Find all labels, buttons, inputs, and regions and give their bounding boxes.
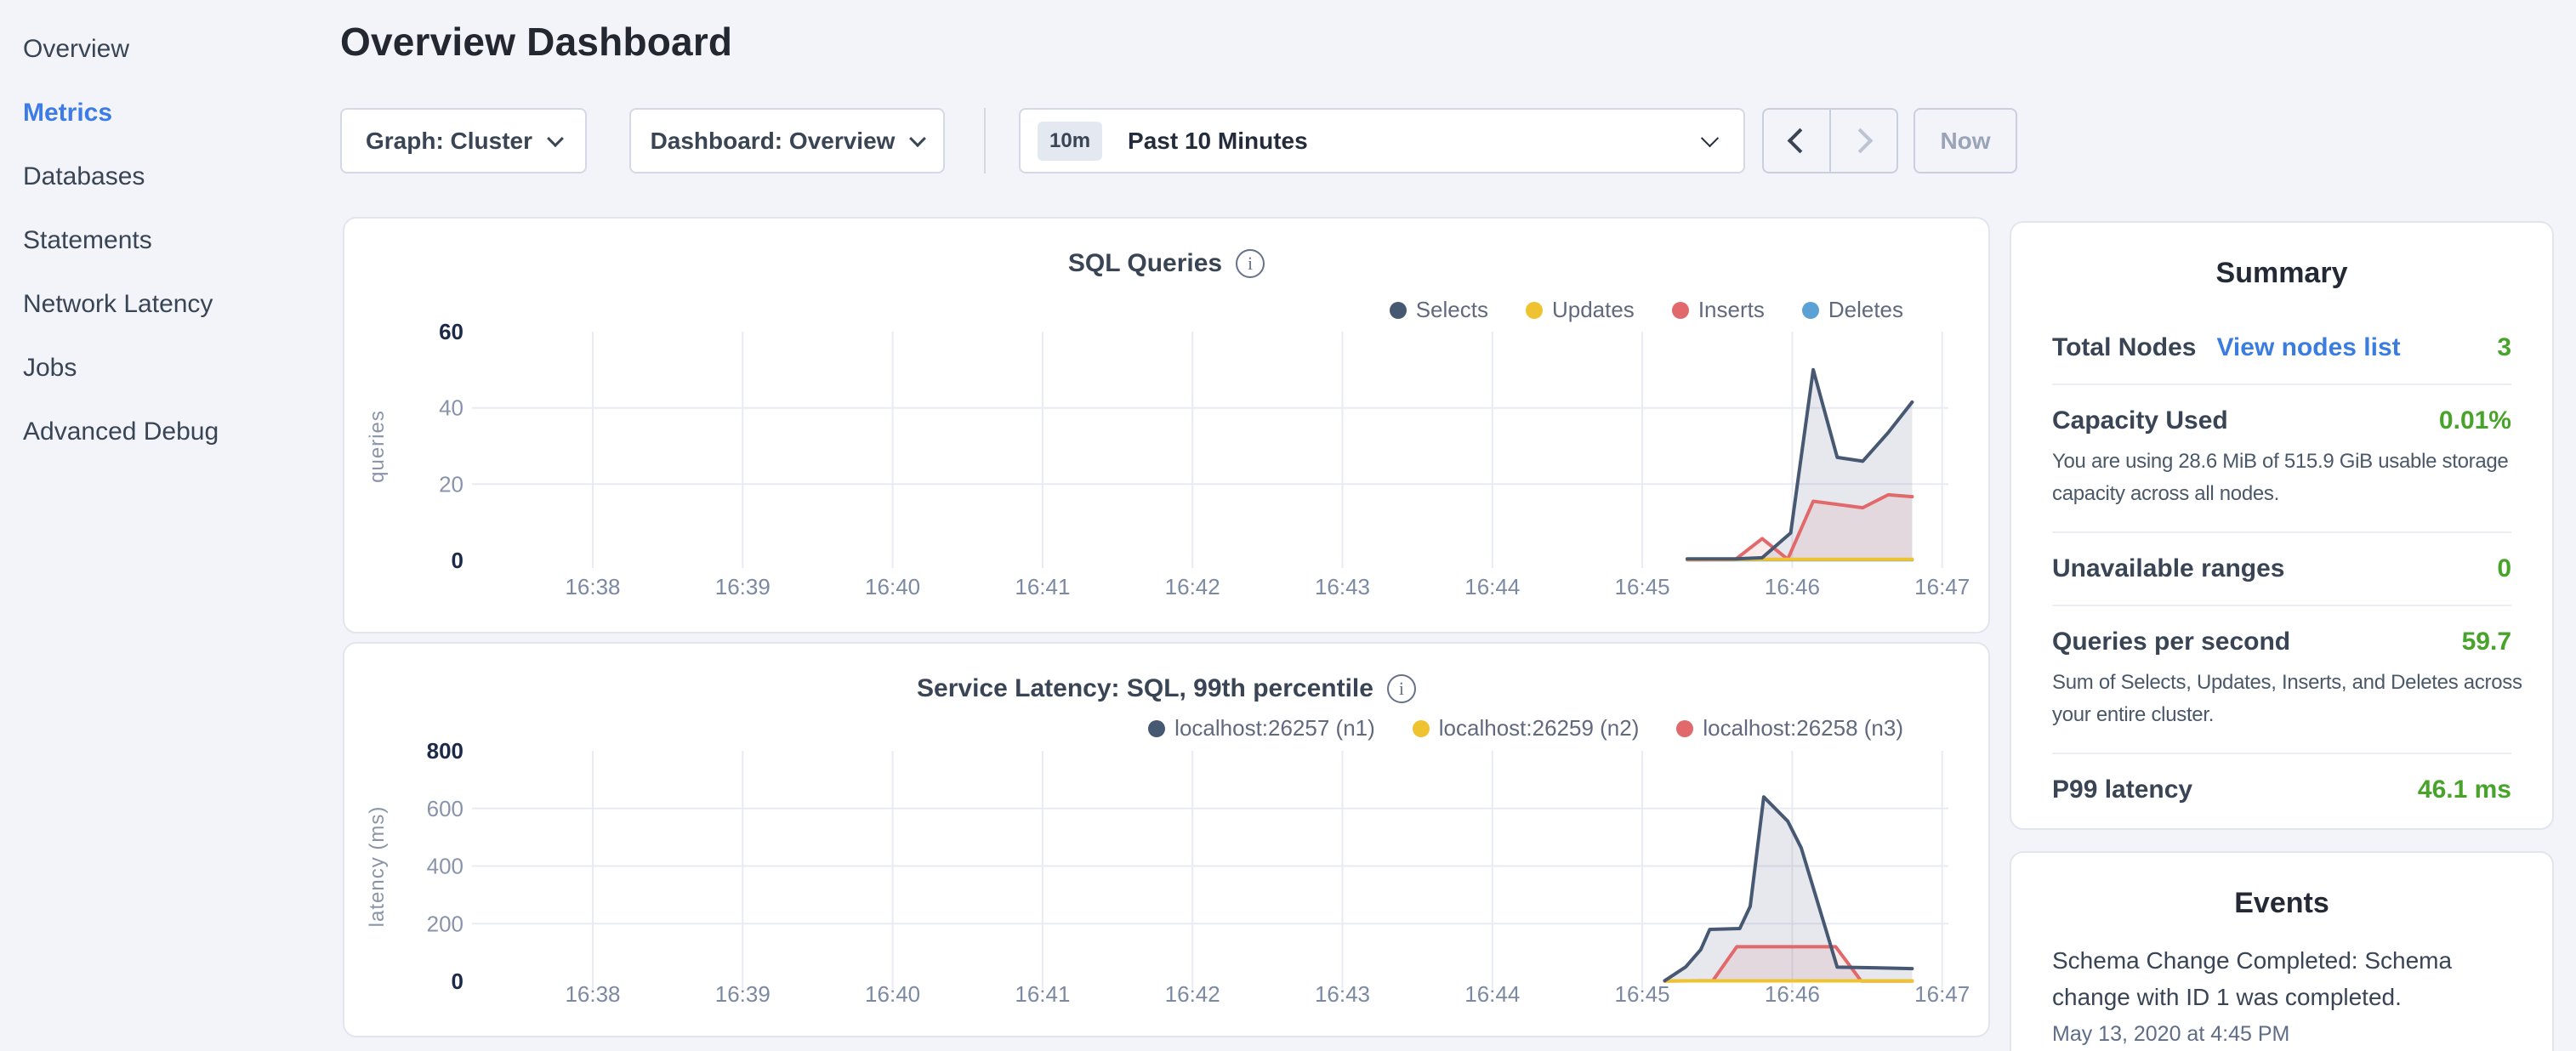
svg-text:16:43: 16:43 bbox=[1315, 574, 1370, 599]
svg-text:400: 400 bbox=[427, 854, 463, 879]
chevron-down-icon bbox=[547, 130, 564, 147]
events-title: Events bbox=[2052, 887, 2511, 920]
summary-label: P99 latency bbox=[2052, 775, 2192, 804]
svg-text:40: 40 bbox=[439, 395, 463, 421]
event-timestamp: May 13, 2020 at 4:45 PM bbox=[2052, 1022, 2511, 1047]
svg-text:16:41: 16:41 bbox=[1015, 574, 1070, 599]
toolbar-divider bbox=[984, 108, 986, 173]
svg-text:16:41: 16:41 bbox=[1015, 981, 1070, 1007]
svg-text:16:38: 16:38 bbox=[565, 981, 620, 1007]
svg-text:16:47: 16:47 bbox=[1914, 981, 1970, 1007]
svg-text:16:46: 16:46 bbox=[1765, 981, 1820, 1007]
svg-text:16:43: 16:43 bbox=[1315, 981, 1370, 1007]
dashboard-dropdown-label: Dashboard: Overview bbox=[651, 128, 896, 155]
svg-text:800: 800 bbox=[427, 738, 463, 764]
summary-row-queries-per-second: Queries per second 59.7 Sum of Selects, … bbox=[2052, 605, 2511, 753]
summary-value: 59.7 bbox=[2462, 628, 2511, 656]
service-latency-chart-card: Service Latency: SQL, 99th percentile i … bbox=[343, 642, 1990, 1037]
time-range-label: Past 10 Minutes bbox=[1128, 128, 1308, 155]
summary-value: 0.01% bbox=[2439, 406, 2511, 435]
sidebar-item-jobs[interactable]: Jobs bbox=[0, 336, 340, 400]
svg-text:16:39: 16:39 bbox=[715, 574, 771, 599]
svg-text:16:42: 16:42 bbox=[1165, 574, 1220, 599]
svg-text:16:46: 16:46 bbox=[1765, 574, 1820, 599]
summary-row-total-nodes: Total Nodes View nodes list 3 bbox=[2052, 312, 2511, 383]
svg-text:600: 600 bbox=[427, 796, 463, 821]
time-range-dropdown[interactable]: 10m Past 10 Minutes bbox=[1019, 108, 1745, 173]
overview-dashboard-page: Overview Metrics Databases Statements Ne… bbox=[0, 0, 2576, 1051]
time-range-badge: 10m bbox=[1038, 122, 1102, 161]
svg-text:16:38: 16:38 bbox=[565, 574, 620, 599]
sql-queries-chart[interactable]: 16:38 16:39 16:40 16:41 16:42 16:43 16:44 16:45… bbox=[344, 219, 1992, 635]
sidebar-item-overview[interactable]: Overview bbox=[0, 17, 340, 81]
summary-panel: Summary Total Nodes View nodes list 3 Ca… bbox=[2010, 221, 2554, 830]
summary-subtext: You are using 28.6 MiB of 515.9 GiB usab… bbox=[2052, 446, 2545, 510]
event-text: Schema Change Completed: Schema change w… bbox=[2052, 942, 2460, 1015]
svg-text:16:40: 16:40 bbox=[865, 981, 920, 1007]
sidebar: Overview Metrics Databases Statements Ne… bbox=[0, 17, 340, 463]
summary-label: Unavailable ranges bbox=[2052, 554, 2284, 583]
page-title: Overview Dashboard bbox=[340, 19, 732, 65]
svg-text:16:40: 16:40 bbox=[865, 574, 920, 599]
svg-text:16:47: 16:47 bbox=[1914, 574, 1970, 599]
sidebar-item-network-latency[interactable]: Network Latency bbox=[0, 272, 340, 336]
graph-dropdown[interactable]: Graph: Cluster bbox=[340, 108, 587, 173]
svg-text:queries: queries bbox=[366, 410, 389, 483]
sidebar-item-databases[interactable]: Databases bbox=[0, 145, 340, 208]
now-button[interactable]: Now bbox=[1914, 108, 2017, 173]
chevron-right-icon bbox=[1848, 128, 1874, 154]
service-latency-chart[interactable]: 16:38 16:39 16:40 16:41 16:42 16:43 16:44 16:45… bbox=[344, 644, 1992, 1039]
time-step-forward-button[interactable] bbox=[1829, 110, 1896, 172]
summary-value: 0 bbox=[2497, 554, 2511, 583]
summary-title: Summary bbox=[2052, 257, 2511, 290]
svg-text:20: 20 bbox=[439, 471, 463, 497]
dashboard-dropdown[interactable]: Dashboard: Overview bbox=[629, 108, 945, 173]
sidebar-item-metrics[interactable]: Metrics bbox=[0, 81, 340, 145]
summary-subtext: Sum of Selects, Updates, Inserts, and De… bbox=[2052, 667, 2545, 731]
summary-row-unavailable-ranges: Unavailable ranges 0 bbox=[2052, 531, 2511, 605]
summary-value: 46.1 ms bbox=[2418, 775, 2511, 804]
sql-queries-chart-card: SQL Queries i SelectsUpdatesInsertsDelet… bbox=[343, 217, 1990, 633]
svg-text:16:45: 16:45 bbox=[1615, 574, 1670, 599]
events-panel: Events Schema Change Completed: Schema c… bbox=[2010, 851, 2554, 1051]
svg-text:16:39: 16:39 bbox=[715, 981, 771, 1007]
svg-text:16:44: 16:44 bbox=[1464, 574, 1520, 599]
summary-label: Queries per second bbox=[2052, 628, 2290, 656]
chevron-down-icon bbox=[910, 130, 927, 147]
svg-text:16:42: 16:42 bbox=[1165, 981, 1220, 1007]
time-step-buttons bbox=[1762, 108, 1898, 173]
svg-text:60: 60 bbox=[439, 319, 463, 344]
chevron-left-icon bbox=[1788, 128, 1813, 154]
summary-label: Capacity Used bbox=[2052, 406, 2228, 435]
event-list-item[interactable]: Schema Change Completed: Schema change w… bbox=[2052, 942, 2511, 1047]
summary-row-p99-latency: P99 latency 46.1 ms bbox=[2052, 753, 2511, 826]
sidebar-item-advanced-debug[interactable]: Advanced Debug bbox=[0, 400, 340, 463]
chevron-down-icon bbox=[1701, 129, 1719, 147]
svg-text:200: 200 bbox=[427, 911, 463, 936]
svg-text:16:44: 16:44 bbox=[1464, 981, 1520, 1007]
svg-text:latency (ms): latency (ms) bbox=[366, 806, 389, 928]
view-nodes-list-link[interactable]: View nodes list bbox=[2216, 333, 2400, 362]
graph-dropdown-label: Graph: Cluster bbox=[366, 128, 532, 155]
summary-label: Total Nodes bbox=[2052, 333, 2196, 362]
sidebar-item-statements[interactable]: Statements bbox=[0, 208, 340, 272]
svg-text:0: 0 bbox=[452, 969, 463, 994]
svg-text:0: 0 bbox=[452, 548, 463, 573]
summary-row-capacity-used: Capacity Used 0.01% You are using 28.6 M… bbox=[2052, 383, 2511, 531]
time-step-back-button[interactable] bbox=[1764, 110, 1829, 172]
summary-value: 3 bbox=[2497, 333, 2511, 362]
svg-text:16:45: 16:45 bbox=[1615, 981, 1670, 1007]
